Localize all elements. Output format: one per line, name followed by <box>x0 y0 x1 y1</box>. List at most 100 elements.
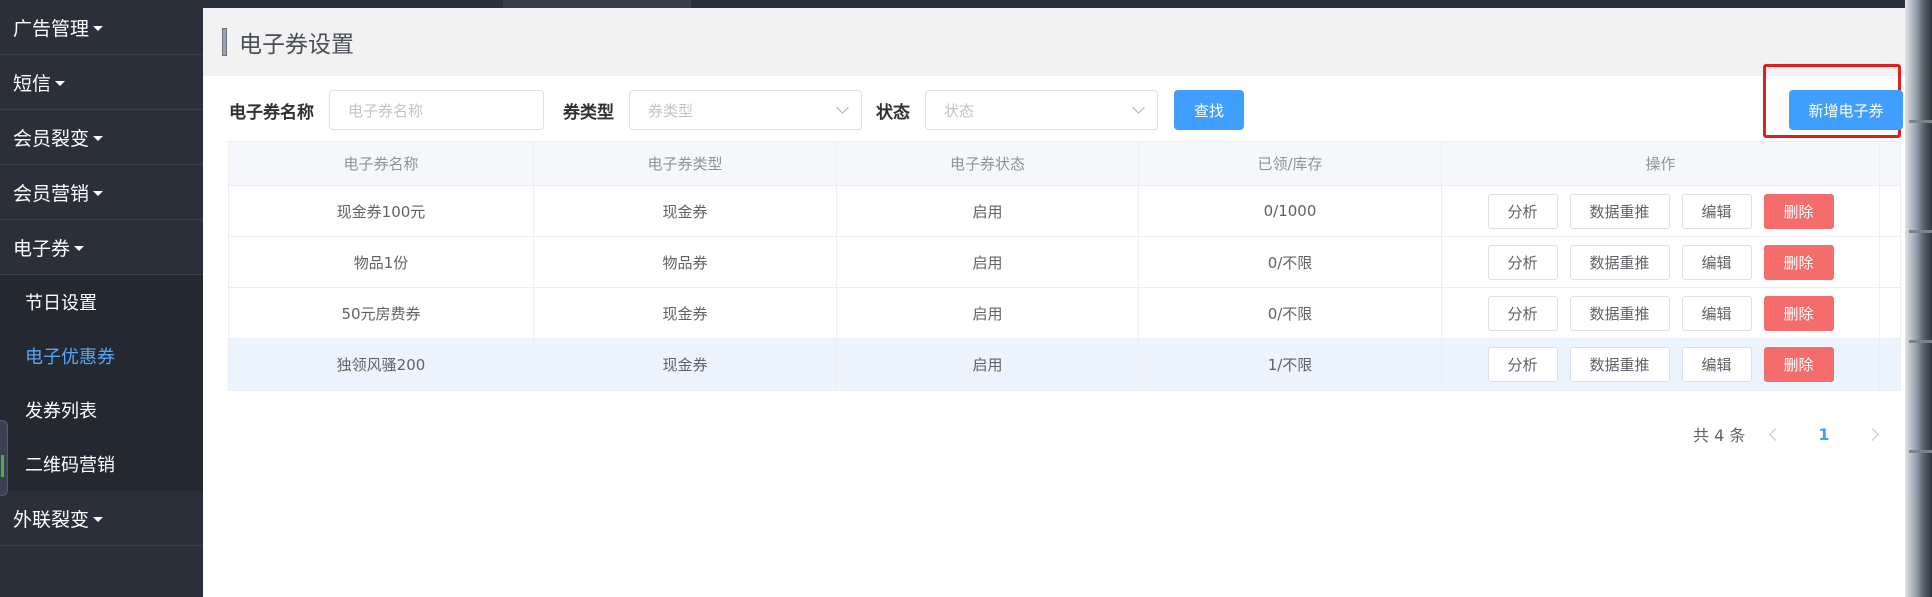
background-edge <box>1905 0 1932 597</box>
edit-button[interactable]: 编辑 <box>1681 347 1752 382</box>
sidebar-item-issue-list[interactable]: 发券列表 <box>0 383 203 437</box>
sidebar-group-external-fission[interactable]: 外联裂变 <box>0 491 203 546</box>
top-strip <box>203 0 1932 8</box>
name-filter-label: 电子券名称 <box>229 102 314 123</box>
cell-gutter <box>1880 288 1900 338</box>
page-header: 电子券设置 <box>203 8 1905 76</box>
pagination-total: 共 4 条 <box>1693 426 1746 445</box>
cell-status: 启用 <box>837 186 1139 236</box>
cell-name: 50元房费券 <box>229 288 534 338</box>
cell-name: 物品1份 <box>229 237 534 287</box>
status-filter-placeholder: 状态 <box>944 101 975 120</box>
delete-button[interactable]: 删除 <box>1763 193 1834 229</box>
cell-type: 现金券 <box>534 288 837 338</box>
top-strip-tab <box>503 0 691 8</box>
type-filter-label: 券类型 <box>563 102 614 123</box>
title-bar-icon <box>222 28 227 56</box>
sidebar-group-label: 外联裂变 <box>13 508 90 531</box>
column-header-stock: 已领/库存 <box>1139 142 1442 185</box>
background-stripe <box>1909 230 1932 233</box>
cell-stock: 0/不限 <box>1139 237 1442 287</box>
page-number-current[interactable]: 1 <box>1818 425 1829 444</box>
sidebar-group-label: 会员裂变 <box>13 127 90 150</box>
repush-button[interactable]: 数据重推 <box>1569 244 1670 280</box>
table-row: 物品1份 物品券 启用 0/不限 分析 数据重推 编辑 删除 <box>229 237 1900 288</box>
sidebar-group-ecoupon[interactable]: 电子券 <box>0 220 203 275</box>
column-header-actions: 操作 <box>1442 142 1880 185</box>
column-header-type: 电子券类型 <box>534 142 837 185</box>
cell-gutter <box>1880 186 1900 236</box>
page-title: 电子券设置 <box>239 32 354 58</box>
analyze-button[interactable]: 分析 <box>1487 244 1558 280</box>
repush-button[interactable]: 数据重推 <box>1569 295 1670 331</box>
caret-down-icon <box>93 190 104 196</box>
caret-down-icon <box>55 80 66 86</box>
pagination: 共 4 条 1 <box>1693 420 1879 448</box>
repush-button[interactable]: 数据重推 <box>1569 193 1670 229</box>
cell-stock: 0/1000 <box>1139 186 1442 236</box>
cell-gutter <box>1880 339 1900 390</box>
edit-button[interactable]: 编辑 <box>1681 244 1752 280</box>
table-row: 独领风骚200 现金券 启用 1/不限 分析 数据重推 编辑 删除 <box>229 339 1900 390</box>
sidebar-item-ecoupon-discount[interactable]: 电子优惠券 <box>0 329 203 383</box>
sidebar-group-sms[interactable]: 短信 <box>0 55 203 110</box>
search-button[interactable]: 查找 <box>1174 90 1244 130</box>
table-header: 电子券名称 电子券类型 电子券状态 已领/库存 操作 <box>229 142 1900 186</box>
analyze-button[interactable]: 分析 <box>1487 347 1558 382</box>
cell-actions: 分析 数据重推 编辑 删除 <box>1442 339 1880 390</box>
chevron-down-icon <box>836 101 849 114</box>
caret-down-icon <box>93 135 104 141</box>
add-button-highlight: 新增电子券 <box>1763 64 1903 138</box>
delete-button[interactable]: 删除 <box>1763 244 1834 280</box>
status-filter-select[interactable]: 状态 <box>925 90 1158 130</box>
sidebar-group-member-marketing[interactable]: 会员营销 <box>0 165 203 220</box>
table-row: 现金券100元 现金券 启用 0/1000 分析 数据重推 编辑 删除 <box>229 186 1900 237</box>
background-stripe <box>1909 340 1932 343</box>
edit-button[interactable]: 编辑 <box>1681 193 1752 229</box>
caret-down-icon <box>74 245 85 251</box>
cell-actions: 分析 数据重推 编辑 删除 <box>1442 186 1880 236</box>
analyze-button[interactable]: 分析 <box>1487 193 1558 229</box>
delete-button[interactable]: 删除 <box>1763 347 1834 382</box>
sidebar-group-ads[interactable]: 广告管理 <box>0 0 203 55</box>
sidebar-group-label: 会员营销 <box>13 182 90 205</box>
filter-bar: 电子券名称 电子券名称 券类型 券类型 状态 状态 查找 <box>229 88 1244 132</box>
type-filter-select[interactable]: 券类型 <box>629 90 862 130</box>
sidebar-item-qrcode-marketing[interactable]: 二维码营销 <box>0 437 203 491</box>
caret-down-icon <box>93 25 104 31</box>
cell-type: 现金券 <box>534 339 837 390</box>
cell-gutter <box>1880 237 1900 287</box>
cell-actions: 分析 数据重推 编辑 删除 <box>1442 237 1880 287</box>
type-filter-placeholder: 券类型 <box>648 101 694 120</box>
edit-button[interactable]: 编辑 <box>1681 295 1752 331</box>
caret-down-icon <box>93 516 104 522</box>
add-ecoupon-button[interactable]: 新增电子券 <box>1789 90 1903 130</box>
background-stripe <box>1909 450 1932 453</box>
cell-type: 现金券 <box>534 186 837 236</box>
name-filter-placeholder: 电子券名称 <box>348 101 424 120</box>
sidebar-group-label: 广告管理 <box>13 17 90 40</box>
delete-button[interactable]: 删除 <box>1763 295 1834 331</box>
column-header-gutter <box>1880 142 1900 185</box>
sidebar-group-member-fission[interactable]: 会员裂变 <box>0 110 203 165</box>
sidebar-group-label: 电子券 <box>13 237 71 260</box>
name-filter-input[interactable]: 电子券名称 <box>329 90 544 130</box>
sidebar-item-holiday-settings[interactable]: 节日设置 <box>0 275 203 329</box>
repush-button[interactable]: 数据重推 <box>1569 347 1670 382</box>
next-page-icon[interactable] <box>1865 427 1879 441</box>
cell-status: 启用 <box>837 339 1139 390</box>
sidebar-drag-handle[interactable] <box>0 420 8 496</box>
status-filter-label: 状态 <box>876 102 910 123</box>
cell-stock: 0/不限 <box>1139 288 1442 338</box>
background-stripe <box>1909 120 1932 123</box>
cell-status: 启用 <box>837 288 1139 338</box>
table-row: 50元房费券 现金券 启用 0/不限 分析 数据重推 编辑 删除 <box>229 288 1900 339</box>
cell-type: 物品券 <box>534 237 837 287</box>
cell-name: 独领风骚200 <box>229 339 534 390</box>
cell-status: 启用 <box>837 237 1139 287</box>
main-panel: 电子券设置 电子券名称 电子券名称 券类型 券类型 状态 状态 查找 新增电子券… <box>203 8 1905 597</box>
ecoupon-table: 电子券名称 电子券类型 电子券状态 已领/库存 操作 现金券100元 现金券 启… <box>228 141 1901 391</box>
cell-stock: 1/不限 <box>1139 339 1442 390</box>
prev-page-icon[interactable] <box>1769 427 1783 441</box>
analyze-button[interactable]: 分析 <box>1487 295 1558 331</box>
